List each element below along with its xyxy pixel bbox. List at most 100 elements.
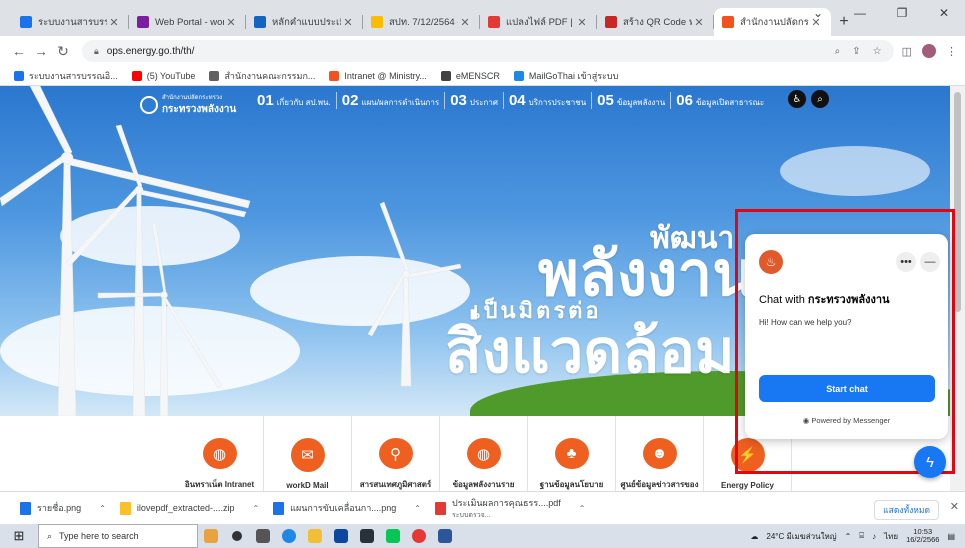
language-indicator[interactable]: ไทย [884,530,898,543]
service-shortcut[interactable]: ⚲ สารสนเทศภูมิศาสตร์ [352,416,440,491]
service-shortcut[interactable]: ♣ ฐานข้อมูลนโยบาย [528,416,616,491]
forward-arrow-icon[interactable]: → [30,43,52,59]
service-shortcut[interactable]: ◍ อินทราเน็ต Intranet [176,416,264,491]
bookmark-star-icon[interactable]: ☆ [873,46,882,57]
url-omnibox[interactable]: 🔒︎ ops.energy.go.th/th/ ⌕ ⇪ ☆ [82,40,894,62]
weather-icon[interactable]: ☁ [750,532,758,541]
nav-menu-item[interactable]: 06 ข้อมูลเปิดสาธารณะ [670,92,769,109]
bookmark-favicon-icon [209,70,220,81]
widgets-icon[interactable] [250,524,276,548]
chevron-up-icon[interactable]: ⌃ [414,504,421,513]
windows-start-icon[interactable]: ⊞ [0,524,38,548]
zoom-icon[interactable]: ⌕ [835,46,841,57]
nav-menu-item[interactable]: 05 ข้อมูลพลังงาน [591,92,670,109]
show-all-downloads-button[interactable]: แสดงทั้งหมด [874,500,939,520]
browser-tab[interactable]: สร้าง QR Code ฟรี สร้างคิว...✕ [597,8,714,36]
tab-close-icon[interactable]: ✕ [107,16,121,29]
widget-icon[interactable] [198,524,224,548]
mail-icon[interactable] [328,524,354,548]
close-downloads-icon[interactable]: ✕ [950,500,959,513]
download-item[interactable]: ประเมินผลการคุณธรร....pdf ระบบตรวจ... ⌃ [435,496,585,521]
scrollbar-thumb[interactable] [954,92,961,312]
main-navigation: 01 เกี่ยวกับ สป.พน. 02 แผน/ผลการดำเนินการ 03… [252,92,769,109]
bookmark-item[interactable]: ระบบงานสารบรรณอิ... [14,69,118,83]
bookmark-item[interactable]: (5) YouTube [131,70,195,81]
file-explorer-icon[interactable] [302,524,328,548]
browser-tab[interactable]: หลักคำแบบประเมิน EIT - Cr...✕ [246,8,363,36]
start-chat-button[interactable]: Start chat [759,375,935,402]
bookmark-item[interactable]: Intranet @ Ministry... [329,70,427,81]
chat-page-name: กระทรวงพลังงาน [807,294,890,306]
profile-avatar[interactable] [922,44,936,58]
nav-menu-item[interactable]: 03 ประกาศ [444,92,503,109]
restore-window-button[interactable]: ❐ [881,6,923,20]
service-label: อินทราเน็ต Intranet [184,480,255,489]
tab-close-icon[interactable]: ✕ [692,16,706,29]
minimize-window-button[interactable]: — [839,6,881,20]
accessibility-icon[interactable]: ♿︎ [788,90,806,108]
side-panel-icon[interactable]: ◫ [902,45,912,58]
nav-menu-label: ข้อมูลเปิดสาธารณะ [695,98,765,107]
browser-tab[interactable]: แปลงไฟล์ PDF | iLovePDF✕ [480,8,597,36]
store-icon[interactable] [354,524,380,548]
powered-label: Powered by Messenger [811,416,891,425]
show-hidden-icons[interactable]: ⌃ [845,532,852,541]
nav-menu-item[interactable]: 01 เกี่ยวกับ สป.พน. [252,92,336,109]
share-icon[interactable]: ⇪ [852,46,860,57]
more-options-button[interactable]: ••• [896,252,916,272]
service-label: workD Mail [286,481,329,490]
messenger-bubble-button[interactable]: ϟ [914,446,946,478]
bookmark-item[interactable]: MailGoThai เข้าสู่ระบบ [513,69,618,83]
bookmark-item[interactable]: eMENSCR [440,70,500,81]
site-logo[interactable]: สำนักงานปลัดกระทรวง กระทรวงพลังงาน [140,92,236,117]
tab-search-icon[interactable]: ⌄ [797,6,839,20]
nav-menu-item[interactable]: 02 แผน/ผลการดำเนินการ [335,92,444,109]
download-item[interactable]: ilovepdf_extracted-....zip ⌃ [119,501,259,515]
download-item[interactable]: รายชื่อ.png ⌃ [20,501,106,515]
word-icon[interactable] [432,524,458,548]
chevron-up-icon[interactable]: ⌃ [252,504,259,513]
bookmark-item[interactable]: สำนักงานคณะกรรมก... [209,69,315,83]
service-shortcut[interactable]: ✉ workD Mail [264,416,352,491]
back-arrow-icon[interactable]: ← [8,43,30,59]
tab-close-icon[interactable]: ✕ [341,16,355,29]
reload-icon[interactable]: ↻ [52,43,74,60]
chat-title-prefix: Chat with [759,294,805,306]
tab-close-icon[interactable]: ✕ [575,16,589,29]
minimize-chat-button[interactable]: — [920,252,940,272]
service-shortcut[interactable]: ◍ ข้อมูลพลังงานราย [440,416,528,491]
nav-menu-number: 01 [257,92,274,109]
tab-close-icon[interactable]: ✕ [224,16,238,29]
weather-text[interactable]: 24°C มีเมฆส่วนใหญ่ [766,530,836,543]
service-label: Energy Policy [721,481,774,490]
nav-menu-item[interactable]: 04 บริการประชาชน [502,92,591,109]
browser-tab[interactable]: Web Portal - workD✕ [129,8,246,36]
people-icon: ☻ [642,438,677,469]
bookmark-label: ระบบงานสารบรรณอิ... [29,70,118,81]
volume-icon[interactable]: ♪ [872,532,876,541]
logo-title: กระทรวงพลังงาน [162,104,237,115]
service-shortcut[interactable]: ☻ ศูนย์ข้อมูลข่าวสารของ [616,416,704,491]
search-icon[interactable]: ⌕ [811,90,829,108]
download-filename: ilovepdf_extracted-....zip [137,503,235,513]
chevron-up-icon[interactable]: ⌃ [99,504,106,513]
tab-close-icon[interactable]: ✕ [458,16,472,29]
bookmark-label: สำนักงานคณะกรรมก... [224,70,316,81]
chrome-icon[interactable] [406,524,432,548]
line-app-icon[interactable] [380,524,406,548]
logo-subtitle: สำนักงานปลัดกระทรวง [162,95,223,101]
browser-tab[interactable]: ระบบงานสารบรรณอิเล็ก...✕ [12,8,129,36]
network-icon[interactable]: ⌸ [859,531,864,541]
taskbar-search[interactable]: ⌕ Type here to search [38,524,198,548]
taskbar-clock[interactable]: 10:53 16/2/2566 [906,527,939,545]
nav-menu-number: 05 [597,92,614,109]
close-window-button[interactable]: ✕ [923,6,965,20]
lock-icon[interactable]: 🔒︎ [94,46,99,57]
notifications-icon[interactable]: ▤ [947,532,955,541]
browser-tab[interactable]: สปท. 7/12/2564 - Goog...✕ [363,8,480,36]
edge-browser-icon[interactable] [276,524,302,548]
chevron-up-icon[interactable]: ⌃ [579,504,586,513]
task-view-icon[interactable] [224,524,250,548]
download-item[interactable]: แผนการขับเคลื่อนกา....png ⌃ [273,501,421,515]
browser-menu-icon[interactable]: ⋮ [946,45,957,58]
